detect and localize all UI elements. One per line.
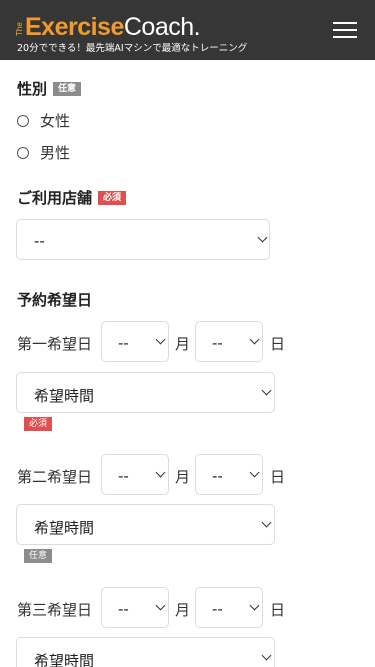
radio-circle-icon[interactable] <box>17 114 29 127</box>
time-value: 希望時間 <box>34 652 95 667</box>
store-title: ご利用店舗 <box>17 189 93 207</box>
logo-coach: Coach. <box>123 13 201 41</box>
logo-exercise: Exercise <box>25 13 124 41</box>
optional-badge: 任意 <box>53 81 82 96</box>
optional-badge: 任意 <box>24 549 53 563</box>
chevron-down-icon <box>249 334 260 345</box>
radio-male-label: 男性 <box>40 144 71 162</box>
chevron-down-icon <box>261 650 272 661</box>
first-month-select[interactable]: -- <box>101 321 169 362</box>
store-select-value: -- <box>34 232 45 250</box>
chevron-down-icon <box>261 385 272 396</box>
radio-female-label: 女性 <box>40 112 71 130</box>
gender-section-title: 性別 任意 <box>17 78 82 99</box>
store-section-title: ご利用店舗 必須 <box>17 187 127 208</box>
chevron-down-icon <box>155 600 166 611</box>
gender-title: 性別 <box>17 80 48 98</box>
third-choice-label: 第三希望日 <box>17 601 93 619</box>
store-select[interactable]: -- <box>16 219 270 260</box>
first-time-select[interactable]: 希望時間 <box>16 372 275 413</box>
first-choice-label: 第一希望日 <box>17 335 93 353</box>
radio-circle-icon[interactable] <box>17 146 29 159</box>
day-unit: 日 <box>270 335 286 353</box>
exercise-coach-logo[interactable]: The Exercise Coach. <box>15 10 201 41</box>
month-value: -- <box>118 600 129 618</box>
radio-female[interactable]: 女性 <box>17 110 70 131</box>
time-value: 希望時間 <box>34 519 95 537</box>
hamburger-menu-icon[interactable] <box>330 19 360 41</box>
month-unit: 月 <box>175 468 191 486</box>
third-month-select[interactable]: -- <box>101 587 169 628</box>
third-day-select[interactable]: -- <box>195 587 263 628</box>
radio-male[interactable]: 男性 <box>17 142 70 163</box>
chevron-down-icon <box>261 517 272 528</box>
day-value: -- <box>212 334 223 352</box>
day-value: -- <box>212 600 223 618</box>
logo-the: The <box>15 22 24 36</box>
day-unit: 日 <box>270 601 286 619</box>
time-value: 希望時間 <box>34 387 95 405</box>
third-time-select[interactable]: 希望時間 <box>16 637 275 667</box>
chevron-down-icon <box>155 334 166 345</box>
day-unit: 日 <box>270 468 286 486</box>
second-day-select[interactable]: -- <box>195 454 263 495</box>
second-time-select[interactable]: 希望時間 <box>16 504 275 545</box>
chevron-down-icon <box>155 467 166 478</box>
second-month-select[interactable]: -- <box>101 454 169 495</box>
chevron-down-icon <box>249 467 260 478</box>
first-day-select[interactable]: -- <box>195 321 263 362</box>
second-choice-label: 第二希望日 <box>17 468 93 486</box>
chevron-down-icon <box>249 600 260 611</box>
chevron-down-icon <box>257 232 268 243</box>
required-badge: 必須 <box>98 190 127 205</box>
month-unit: 月 <box>175 601 191 619</box>
month-value: -- <box>118 334 129 352</box>
required-badge: 必須 <box>24 417 53 431</box>
site-header: The Exercise Coach. 20分でできる！最先端AIマシンで最適な… <box>0 0 375 60</box>
month-value: -- <box>118 467 129 485</box>
reservation-section-title: 予約希望日 <box>17 291 93 309</box>
header-tagline: 20分でできる！最先端AIマシンで最適なトレーニング <box>17 43 248 54</box>
day-value: -- <box>212 467 223 485</box>
month-unit: 月 <box>175 335 191 353</box>
